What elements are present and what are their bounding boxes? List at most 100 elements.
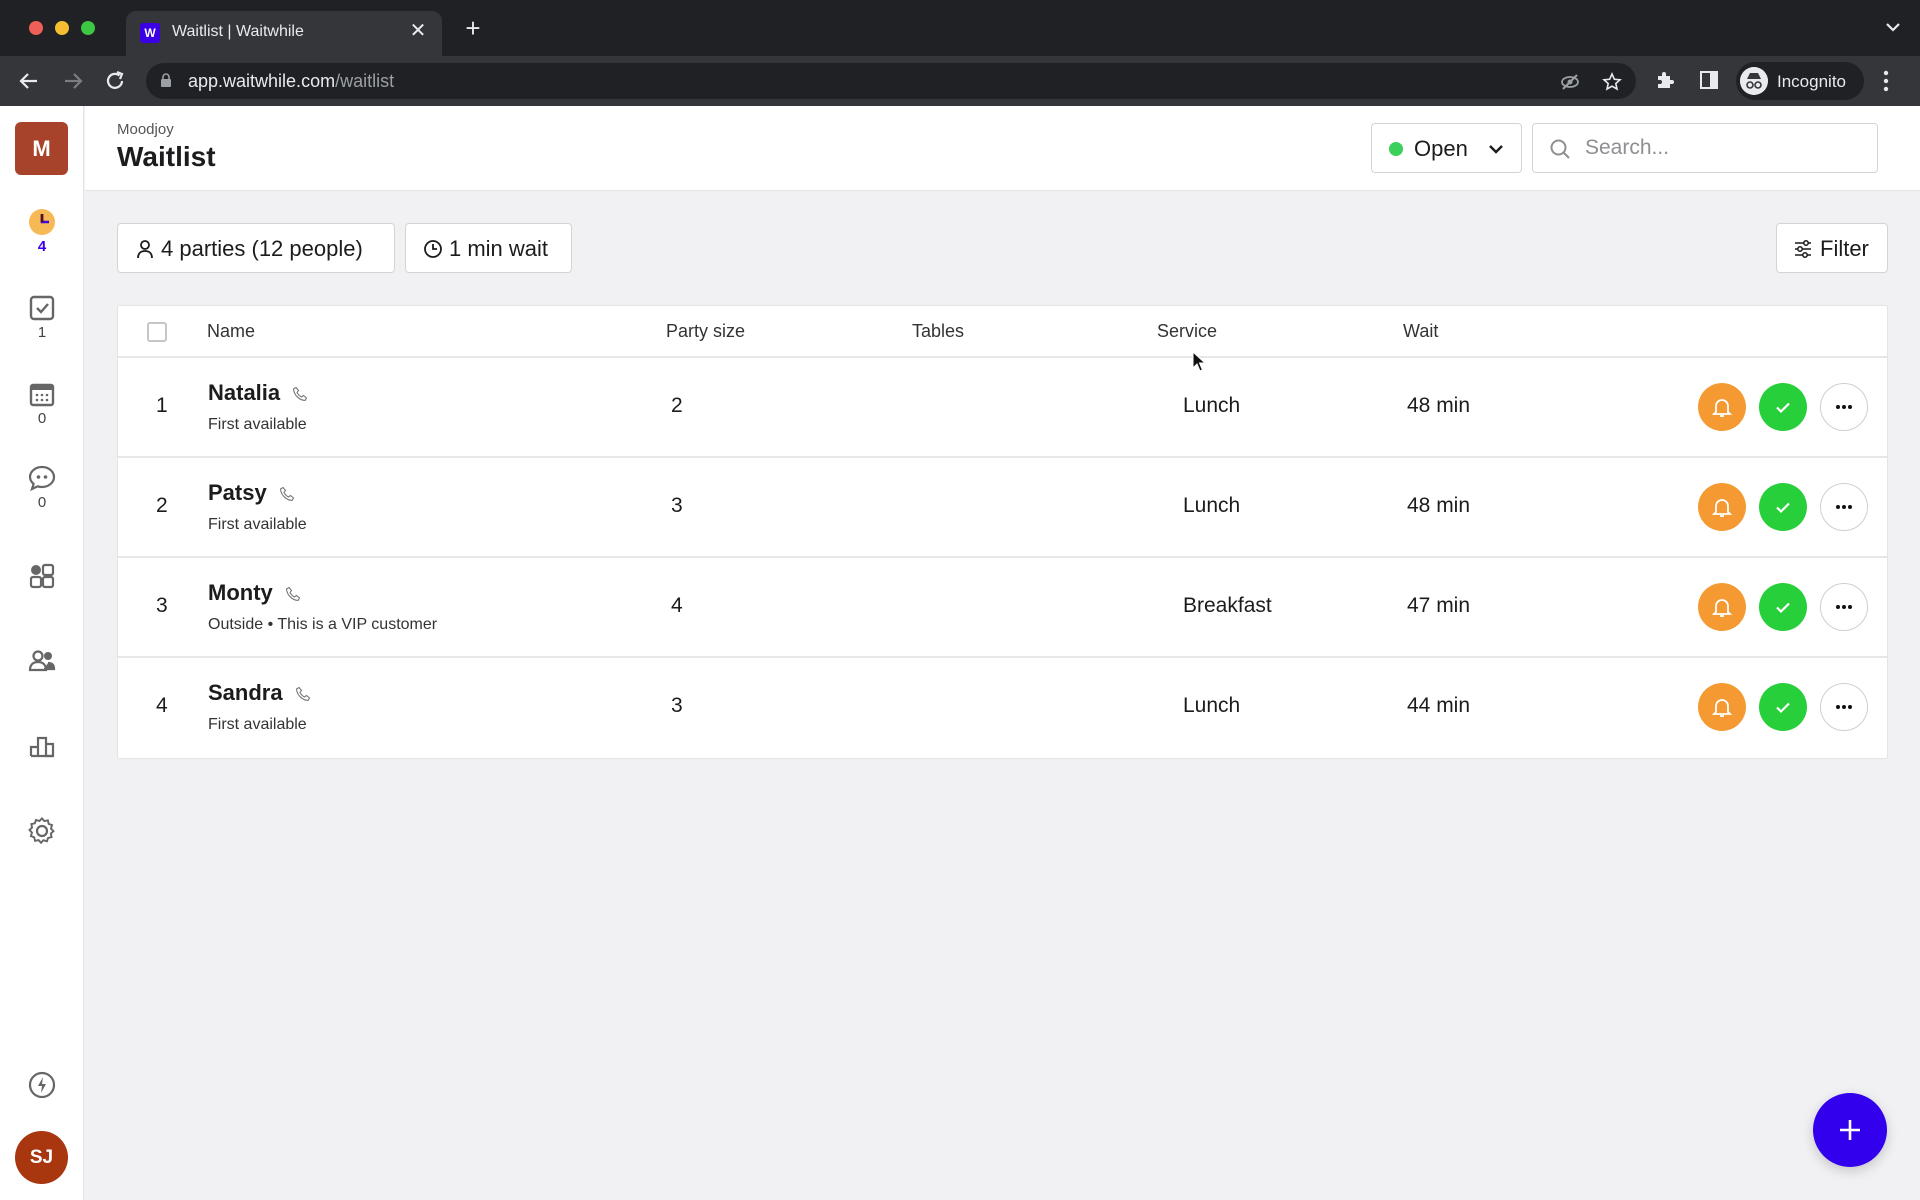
incognito-icon	[1740, 67, 1768, 95]
service: Lunch	[1183, 494, 1241, 517]
waitlist-count: 4	[37, 238, 47, 255]
service: Lunch	[1183, 394, 1241, 417]
column-header-name[interactable]: Name	[207, 321, 255, 342]
column-header-tables[interactable]: Tables	[912, 321, 964, 342]
user-avatar[interactable]: SJ	[15, 1131, 68, 1184]
bell-icon	[1711, 599, 1733, 617]
more-options-button[interactable]	[1820, 583, 1868, 631]
table-row[interactable]: 2 Patsy First available 3 Lunch 48 min	[118, 458, 1887, 558]
eye-off-icon[interactable]	[1560, 72, 1580, 92]
notify-button[interactable]	[1698, 683, 1746, 731]
phone-icon	[279, 486, 295, 502]
address-bar[interactable]: app.waitwhile.com/waitlist	[146, 63, 1636, 99]
serve-button[interactable]	[1759, 483, 1807, 531]
sidebar-item-waitlist[interactable]: 4	[0, 208, 84, 270]
filter-label: Filter	[1820, 236, 1869, 261]
clock-outline-icon	[424, 240, 442, 258]
search-input[interactable]	[1585, 132, 1865, 164]
notify-button[interactable]	[1698, 383, 1746, 431]
guest-name[interactable]: Patsy	[208, 480, 267, 506]
extensions-puzzle-icon[interactable]	[1653, 68, 1677, 92]
tab-title: Waitlist | Waitwhile	[172, 23, 304, 40]
row-position: 3	[156, 594, 168, 617]
notify-button[interactable]	[1698, 483, 1746, 531]
window-minimize-button[interactable]	[55, 21, 69, 35]
person-icon	[137, 240, 153, 259]
reload-icon[interactable]	[102, 68, 128, 94]
incognito-profile-button[interactable]: Incognito	[1736, 62, 1864, 100]
phone-icon	[285, 586, 301, 602]
more-options-button[interactable]	[1820, 483, 1868, 531]
more-options-button[interactable]	[1820, 683, 1868, 731]
browser-toolbar: app.waitwhile.com/waitlist Incognito	[0, 56, 1920, 106]
parties-summary-chip[interactable]: 4 parties (12 people)	[117, 223, 395, 273]
service: Lunch	[1183, 694, 1241, 717]
location-status-dropdown[interactable]: Open	[1371, 123, 1522, 173]
table-row[interactable]: 3 Monty Outside • This is a VIP customer…	[118, 558, 1887, 658]
notify-button[interactable]	[1698, 583, 1746, 631]
checkmark-icon	[1776, 502, 1790, 514]
sidebar-item-messages[interactable]: 0	[0, 464, 84, 526]
chat-icon	[28, 465, 56, 492]
tab-search-chevron-icon[interactable]	[1884, 20, 1902, 34]
column-header-party-size[interactable]: Party size	[666, 321, 745, 342]
bolt-icon[interactable]	[28, 1071, 56, 1099]
wait-time: 48 min	[1407, 494, 1471, 517]
search-icon	[1550, 139, 1570, 159]
wait-time: 44 min	[1407, 694, 1471, 717]
guest-name[interactable]: Natalia	[208, 380, 280, 406]
table-row[interactable]: 4 Sandra First available 3 Lunch 44 min	[118, 658, 1887, 758]
new-tab-plus-icon[interactable]: +	[460, 15, 486, 41]
wait-time: 47 min	[1407, 594, 1471, 617]
status-label: Open	[1414, 136, 1468, 161]
select-all-checkbox[interactable]	[147, 322, 167, 342]
gear-icon[interactable]	[28, 817, 56, 845]
status-dot-icon	[1389, 142, 1403, 156]
column-header-service[interactable]: Service	[1157, 321, 1217, 342]
guest-note: First available	[208, 716, 307, 733]
guest-name[interactable]: Sandra	[208, 680, 283, 706]
filter-button[interactable]: Filter	[1776, 223, 1888, 273]
wait-summary-chip[interactable]: 1 min wait	[405, 223, 572, 273]
party-size: 3	[671, 494, 683, 517]
table-row[interactable]: 1 Natalia First available 2 Lunch 48 min	[118, 358, 1887, 458]
row-position: 2	[156, 494, 168, 517]
checkmark-icon	[1776, 402, 1790, 414]
clock-icon	[29, 209, 55, 235]
bookmark-star-icon[interactable]	[1602, 72, 1622, 92]
search-field[interactable]	[1532, 123, 1878, 173]
url-host: app.waitwhile.com	[188, 71, 336, 91]
waitwhile-favicon-icon: W	[140, 23, 160, 43]
more-options-button[interactable]	[1820, 383, 1868, 431]
browser-tab-waitlist[interactable]: W Waitlist | Waitwhile ✕	[126, 11, 442, 56]
apps-icon[interactable]	[28, 562, 56, 590]
add-party-button[interactable]	[1813, 1093, 1887, 1167]
back-arrow-icon[interactable]	[16, 68, 42, 94]
checkmark-icon	[1776, 602, 1790, 614]
window-zoom-button[interactable]	[81, 21, 95, 35]
serve-button[interactable]	[1759, 583, 1807, 631]
column-header-wait[interactable]: Wait	[1403, 321, 1438, 342]
guest-name[interactable]: Monty	[208, 580, 273, 606]
bookings-count: 0	[37, 410, 47, 427]
wait-summary-text: 1 min wait	[449, 236, 549, 261]
window-close-button[interactable]	[29, 21, 43, 35]
browser-menu-kebab-icon[interactable]	[1882, 69, 1890, 93]
waitwhile-app: M 4 1 0 0 SJ Moodjoy Waitlist Open Searc…	[0, 106, 1920, 1200]
sidebar-item-bookings[interactable]: 0	[0, 380, 84, 442]
lock-icon	[161, 73, 171, 87]
sliders-icon	[1795, 240, 1811, 258]
ellipsis-icon	[1836, 705, 1852, 709]
side-panel-icon[interactable]	[1697, 68, 1721, 92]
tab-close-icon[interactable]: ✕	[406, 19, 430, 43]
customers-icon[interactable]	[28, 647, 56, 675]
sidebar-item-served[interactable]: 1	[0, 294, 84, 356]
forward-arrow-icon[interactable]	[60, 68, 86, 94]
ellipsis-icon	[1836, 505, 1852, 509]
serve-button[interactable]	[1759, 383, 1807, 431]
bell-icon	[1711, 399, 1733, 417]
analytics-icon[interactable]	[28, 732, 56, 760]
org-badge[interactable]: M	[15, 122, 68, 175]
serve-button[interactable]	[1759, 683, 1807, 731]
page-header: Moodjoy Waitlist Open	[85, 106, 1920, 191]
